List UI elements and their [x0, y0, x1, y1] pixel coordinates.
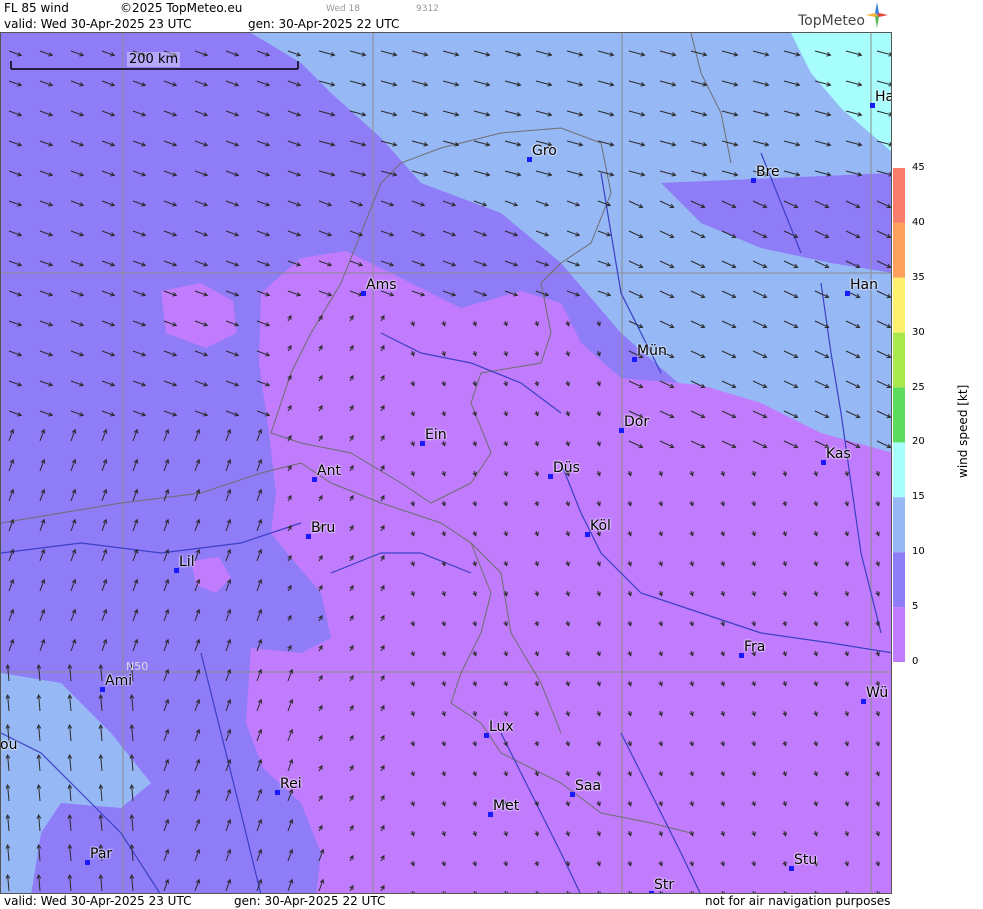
wind-field-svg: [1, 33, 891, 893]
city-label[interactable]: Köl: [590, 518, 611, 534]
copyright-text: ©2025 TopMeteo.eu: [120, 1, 243, 15]
city-label[interactable]: Ami: [105, 673, 132, 689]
legend-title: wind speed [kt]: [956, 384, 970, 478]
city-label[interactable]: ou: [1, 737, 17, 753]
city-label[interactable]: Ant: [317, 463, 341, 479]
city-label[interactable]: Str: [654, 877, 674, 893]
wind-map[interactable]: 200 km N50 Gro Bre Ha Ams Han Mün Dor Ein Kas Ant…: [0, 32, 892, 894]
legend-band: [893, 387, 905, 443]
legend-band: [893, 277, 905, 333]
product-title: FL 85 wind: [4, 1, 69, 15]
legend-tick-label: 30: [912, 326, 925, 338]
city-label[interactable]: Ha: [875, 89, 891, 105]
city-label[interactable]: Par: [90, 846, 112, 862]
footer-disclaimer: not for air navigation purposes: [705, 894, 891, 908]
legend-tick-label: 5: [912, 601, 919, 613]
legend-tick-label: 10: [912, 546, 925, 558]
legend-band: [893, 552, 905, 608]
city-label[interactable]: Wü: [866, 685, 888, 701]
city-label[interactable]: Kas: [826, 446, 851, 462]
legend-tick-label: 25: [912, 381, 925, 393]
footer-valid-time: valid: Wed 30-Apr-2025 23 UTC: [4, 894, 192, 908]
small-code-label: 9312: [416, 4, 439, 14]
scale-bar-label: 200 km: [127, 52, 181, 67]
compass-logo-icon: [866, 2, 888, 28]
legend-band: [893, 332, 905, 388]
topmeteo-logo-text[interactable]: TopMeteo: [798, 13, 865, 29]
city-label[interactable]: Bru: [311, 520, 335, 536]
city-label[interactable]: Han: [850, 277, 878, 293]
latitude-label: N50: [126, 660, 149, 673]
legend-band: [893, 442, 905, 498]
city-label[interactable]: Lil: [179, 554, 195, 570]
valid-time: valid: Wed 30-Apr-2025 23 UTC: [4, 17, 192, 31]
city-label[interactable]: Mün: [637, 343, 667, 359]
legend-tick-label: 40: [912, 216, 925, 228]
city-label[interactable]: Fra: [744, 639, 765, 655]
city-label[interactable]: Saa: [575, 778, 601, 794]
city-label[interactable]: Rei: [280, 776, 302, 792]
city-label[interactable]: Ein: [425, 427, 447, 443]
city-label[interactable]: Lux: [489, 719, 514, 735]
legend-tick-label: 35: [912, 271, 925, 283]
wind-speed-color-scale: [893, 168, 905, 662]
legend-tick-label: 20: [912, 436, 925, 448]
generated-time: gen: 30-Apr-2025 22 UTC: [248, 17, 400, 31]
legend-band: [893, 222, 905, 278]
legend-tick-label: 0: [912, 656, 919, 667]
city-label[interactable]: Stu: [794, 852, 817, 868]
legend-tick-label: 45: [912, 162, 925, 173]
city-label[interactable]: Dor: [624, 414, 649, 430]
city-label[interactable]: Bre: [756, 164, 780, 180]
legend-tick-label: 15: [912, 491, 925, 503]
legend-band: [893, 168, 905, 223]
small-day-label: Wed 18: [326, 4, 360, 14]
footer-generated-time: gen: 30-Apr-2025 22 UTC: [234, 894, 386, 908]
city-label[interactable]: Düs: [553, 460, 580, 476]
legend-band: [893, 607, 905, 662]
city-label[interactable]: Met: [493, 798, 519, 814]
legend-band: [893, 497, 905, 553]
city-label[interactable]: Ams: [366, 277, 397, 293]
city-label[interactable]: Gro: [532, 143, 557, 159]
